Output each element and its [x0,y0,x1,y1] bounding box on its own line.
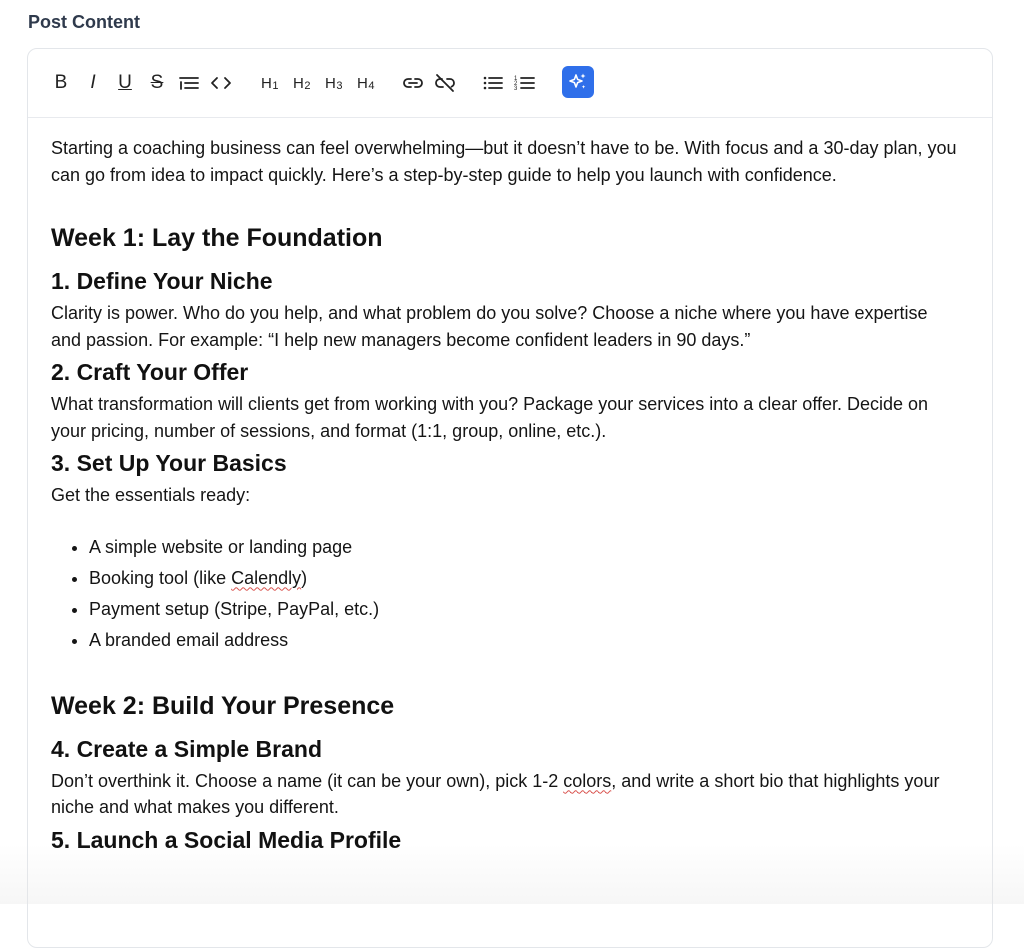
list-item: A simple website or landing page [89,532,961,563]
link-button[interactable] [400,69,426,97]
strikethrough-icon: S [150,72,164,93]
italic-icon: I [90,72,96,93]
spellcheck-word[interactable]: Calendly [231,568,301,588]
underline-button[interactable]: U [114,69,136,97]
ai-assist-button[interactable] [562,66,594,98]
rich-text-editor: B I U S H1 H2 H3 H4 1 2 3 Starting a coa… [27,48,993,948]
week-1-heading: Week 1: Lay the Foundation [51,224,383,252]
post-content-label: Post Content [28,12,140,32]
heading-3-button[interactable]: H3 [322,69,346,97]
editor-content[interactable]: Starting a coaching business can feel ov… [51,135,961,855]
heading-4-icon: H4 [357,74,375,92]
strikethrough-button[interactable]: S [146,69,168,97]
numbered-list-icon: 1 2 3 [514,76,535,92]
list-item: A branded email address [89,625,961,656]
section-1-heading: 1. Define Your Niche [51,268,273,294]
week-2-heading: Week 2: Build Your Presence [51,691,395,720]
bold-button[interactable]: B [50,69,72,97]
essentials-list: A simple website or landing page Booking… [51,532,961,656]
heading-1-icon: H1 [261,74,279,92]
heading-2-button[interactable]: H2 [290,69,314,97]
heading-1-button[interactable]: H1 [258,69,282,97]
heading-2-icon: H2 [293,74,311,92]
bullet-list-icon [483,76,503,90]
code-button[interactable] [208,69,234,97]
italic-button[interactable]: I [82,69,104,97]
heading-4-button[interactable]: H4 [354,69,378,97]
text-indent-icon [179,77,199,90]
intro-paragraph: Starting a coaching business can feel ov… [51,138,957,185]
numbered-list-button[interactable]: 1 2 3 [512,69,538,97]
list-item: Payment setup (Stripe, PayPal, etc.) [89,594,961,625]
unlink-button[interactable] [432,69,458,97]
section-4-heading: 4. Create a Simple Brand [51,735,322,762]
sparkle-icon [569,73,586,89]
bold-icon: B [54,72,68,93]
section-2-heading: 2. Craft Your Offer [51,359,249,385]
section-2-paragraph: What transformation will clients get fro… [51,394,929,441]
spellcheck-word[interactable]: colors [563,771,611,791]
section-3-heading: 3. Set Up Your Basics [51,450,287,476]
section-4-paragraph: Don’t overthink it. Choose a name (it ca… [51,770,940,818]
link-icon [403,78,423,88]
section-5-heading: 5. Launch a Social Media Profile [51,826,402,853]
list-item: Booking tool (like Calendly) [89,563,961,594]
heading-3-icon: H3 [325,74,343,92]
unlink-icon [435,74,455,92]
section-1-paragraph: Clarity is power. Who do you help, and w… [51,303,928,350]
editor-toolbar: B I U S H1 H2 H3 H4 1 2 3 [28,49,992,118]
text-indent-button[interactable] [176,69,202,97]
svg-text:3: 3 [514,86,518,92]
underline-icon: U [118,72,132,93]
section-3-paragraph: Get the essentials ready: [51,485,251,505]
code-icon [211,77,231,89]
bullet-list-button[interactable] [480,69,506,97]
